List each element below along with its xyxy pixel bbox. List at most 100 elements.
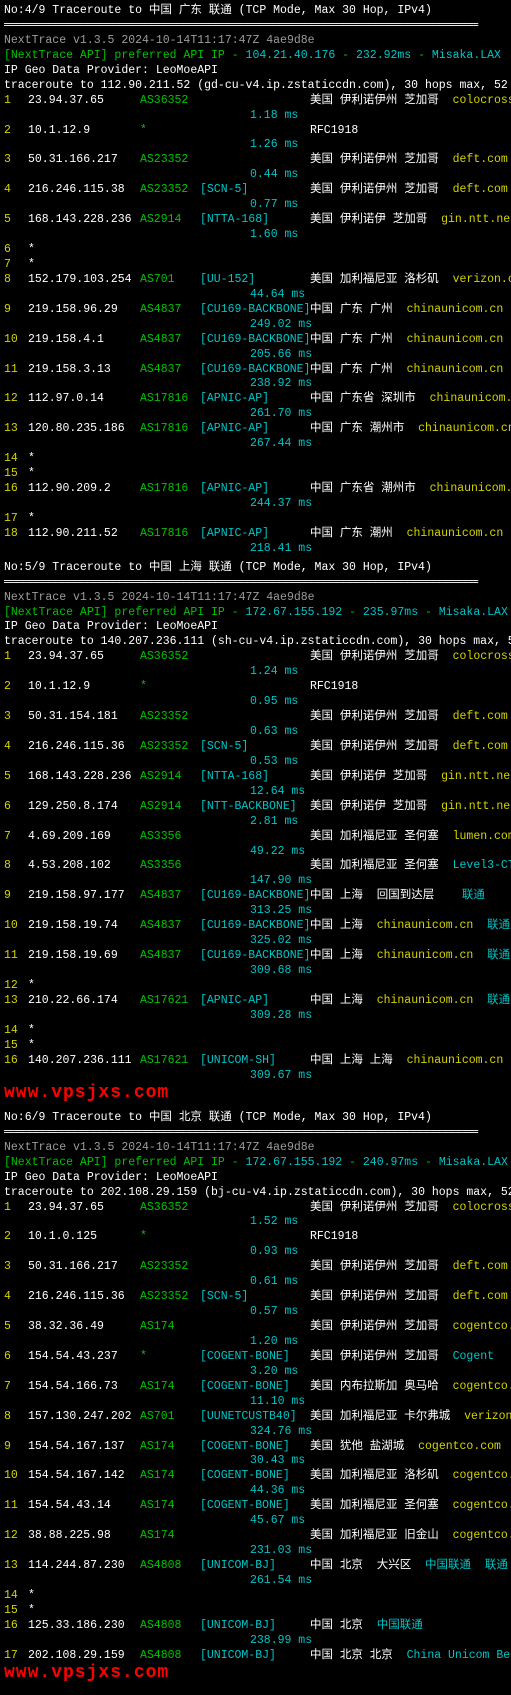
hop-number: 11	[4, 363, 28, 378]
hop-row: 74.69.209.169AS3356美国 加利福尼亚 圣何塞 lumen.co…	[4, 830, 507, 845]
hop-ip: 219.158.4.1	[28, 333, 140, 348]
hop-tag: [UNICOM-BJ]	[200, 1619, 310, 1634]
hop-asn: AS4837	[140, 889, 200, 904]
hop-number: 4	[4, 1290, 28, 1305]
hop-rtt: 12.64 ms	[250, 785, 507, 800]
hop-tag: [NTT-BACKBONE]	[200, 800, 310, 815]
hop-asn: AS23352	[140, 740, 200, 755]
hop-tag: [CU169-BACKBONE]	[200, 333, 310, 348]
watermark: www.vpsjxs.com	[4, 1084, 507, 1107]
hop-row: 12112.97.0.14AS17816[APNIC-AP]中国 广东省 深圳市…	[4, 392, 507, 407]
hop-org: chinaunicom.cn	[430, 392, 511, 405]
api-line: [NextTrace API] preferred API IP - 172.6…	[4, 606, 507, 621]
hop-asn: *	[140, 1350, 200, 1365]
hop-rtt: 0.95 ms	[250, 695, 507, 710]
hop-rtt: 309.28 ms	[250, 1009, 507, 1024]
hop-geo: 美国 伊利诺伊州 芝加哥	[310, 650, 453, 663]
hop-geo: 中国 上海 回国到达层	[310, 889, 448, 902]
hop-star: *	[28, 979, 35, 992]
hop-asn: AS36352	[140, 94, 200, 109]
hop-row: 210.1.12.9*RFC1918	[4, 124, 507, 139]
hop-rtt: 325.02 ms	[250, 934, 507, 949]
hop-row: 13120.80.235.186AS17816[APNIC-AP]中国 广东 潮…	[4, 422, 507, 437]
hop-org: chinaunicom.cn	[377, 919, 474, 932]
version-line: NextTrace v1.3.5 2024-10-14T11:17:47Z 4a…	[4, 34, 507, 49]
hop-geo: RFC1918	[310, 680, 372, 693]
hop-row: 16140.207.236.111AS17621[UNICOM-SH]中国 上海…	[4, 1054, 507, 1069]
hop-row: 9219.158.97.177AS4837[CU169-BACKBONE]中国 …	[4, 889, 507, 904]
hop-tag: [CU169-BACKBONE]	[200, 363, 310, 378]
hop-org: cogentco.com	[453, 1529, 511, 1542]
hop-ip: 210.22.66.174	[28, 994, 140, 1009]
hop-number: 9	[4, 889, 28, 904]
hop-rtt: 0.57 ms	[250, 1305, 507, 1320]
hop-number: 13	[4, 422, 28, 437]
hop-rtt: 205.66 ms	[250, 348, 507, 363]
hop-geo: 美国 加利福尼亚 卡尔弗城	[310, 1410, 464, 1423]
terminal-output: No:4/9 Traceroute to 中国 广东 联通 (TCP Mode,…	[4, 4, 507, 1687]
hop-geo: 中国 上海 上海	[310, 1054, 407, 1067]
hop-row: 538.32.36.49AS174美国 伊利诺伊州 芝加哥 cogentco.c…	[4, 1320, 507, 1335]
hop-geo: 美国 伊利诺伊 芝加哥	[310, 770, 441, 783]
hop-ip: 154.54.43.237	[28, 1350, 140, 1365]
hop-number: 13	[4, 994, 28, 1009]
hop-star: *	[28, 467, 35, 480]
hop-asn: AS3356	[140, 830, 200, 845]
hop-tag: [APNIC-AP]	[200, 422, 310, 437]
hop-tag: [UU-152]	[200, 273, 310, 288]
hop-number: 16	[4, 1054, 28, 1069]
hop-row: 8152.179.103.254AS701[UU-152]美国 加利福尼亚 洛杉…	[4, 273, 507, 288]
hop-asn: AS174	[140, 1380, 200, 1395]
hop-geo: 中国 上海	[310, 949, 377, 962]
hop-geo: 美国 加利福尼亚 洛杉矶	[310, 273, 453, 286]
hop-geo: RFC1918	[310, 1230, 372, 1243]
hop-rtt: 267.44 ms	[250, 437, 507, 452]
hop-geo: 中国 广东省 深圳市	[310, 392, 430, 405]
hop-org: chinaunicom.cn	[377, 949, 474, 962]
hop-asn: *	[140, 680, 200, 695]
divider: ════════════════════════════════════════…	[4, 576, 507, 591]
hop-asn: AS174	[140, 1469, 200, 1484]
hop-extra: 联通	[503, 333, 511, 346]
hop-org: deft.com	[453, 153, 508, 166]
hop-org: cogentco.com	[453, 1380, 511, 1393]
hop-ip: 168.143.228.236	[28, 770, 140, 785]
hop-row: 4216.246.115.36AS23352[SCN-5]美国 伊利诺伊州 芝加…	[4, 1290, 507, 1305]
hop-rtt: 261.54 ms	[250, 1574, 507, 1589]
hop-rtt: 1.60 ms	[250, 228, 507, 243]
hop-geo: RFC1918	[310, 124, 372, 137]
hop-geo: 美国 加利福尼亚 旧金山	[310, 1529, 453, 1542]
hop-geo: 美国 伊利诺伊州 芝加哥	[310, 1290, 453, 1303]
hop-number: 12	[4, 1529, 28, 1544]
hop-number: 14	[4, 1589, 28, 1604]
hop-rtt: 147.90 ms	[250, 874, 507, 889]
hop-ip: 38.32.36.49	[28, 1320, 140, 1335]
hop-ip: 50.31.166.217	[28, 153, 140, 168]
hop-geo: 中国 上海	[310, 919, 377, 932]
hop-org: colocrossing.com	[453, 650, 511, 663]
api-line: [NextTrace API] preferred API IP - 172.6…	[4, 1156, 507, 1171]
hop-rtt: 0.93 ms	[250, 1245, 507, 1260]
hop-rtt: 1.18 ms	[250, 109, 507, 124]
hop-asn: AS23352	[140, 153, 200, 168]
hop-rtt: 1.24 ms	[250, 665, 507, 680]
hop-number: 10	[4, 333, 28, 348]
hop-number: 1	[4, 650, 28, 665]
hop-extra: 联通	[473, 949, 510, 962]
hop-ip: 140.207.236.111	[28, 1054, 140, 1069]
hop-geo: 美国 加利福尼亚 洛杉矶	[310, 1469, 453, 1482]
hop-asn: AS36352	[140, 1201, 200, 1216]
hop-asn: AS4808	[140, 1619, 200, 1634]
hop-asn: AS4808	[140, 1559, 200, 1574]
hop-number: 16	[4, 1619, 28, 1634]
hop-org: chinaunicom.cn	[430, 482, 511, 495]
hop-geo: 美国 伊利诺伊州 芝加哥	[310, 710, 453, 723]
hop-asn: AS36352	[140, 650, 200, 665]
hop-asn: AS701	[140, 1410, 200, 1425]
traceroute-block: No:6/9 Traceroute to 中国 北京 联通 (TCP Mode,…	[4, 1111, 507, 1687]
hop-extra: 联通	[471, 1559, 508, 1572]
hop-org: deft.com	[453, 740, 508, 753]
hop-tag: [COGENT-BONE]	[200, 1499, 310, 1514]
hop-number: 6	[4, 243, 28, 258]
hop-row: 10219.158.19.74AS4837[CU169-BACKBONE]中国 …	[4, 919, 507, 934]
